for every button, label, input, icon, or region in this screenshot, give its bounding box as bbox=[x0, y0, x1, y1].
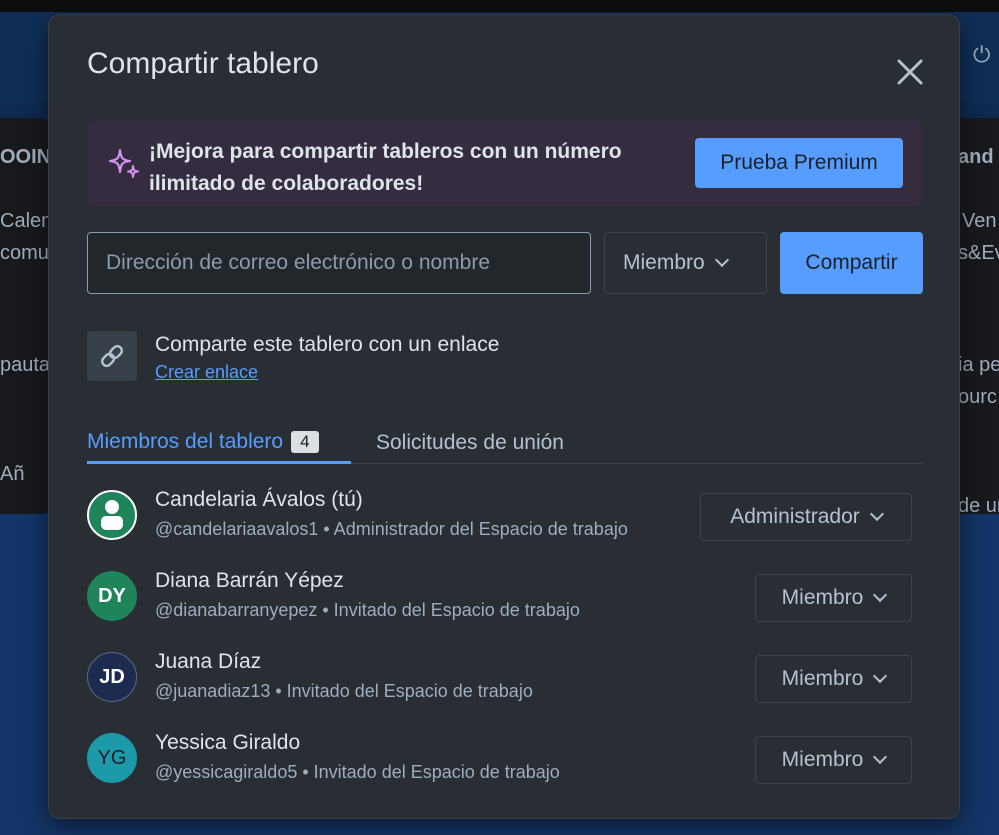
member-row: DY Diana Barrán Yépez @dianabarranyepez … bbox=[87, 564, 923, 634]
invite-role-select[interactable]: Miembro bbox=[604, 232, 767, 294]
bg-card-text: ia pe bbox=[958, 354, 999, 376]
member-username: @dianabarranyepez • Invitado del Espacio… bbox=[155, 600, 580, 620]
member-name: Juana Díaz bbox=[155, 650, 262, 673]
tab-join-requests[interactable]: Solicitudes de unión bbox=[376, 423, 564, 463]
board-list-left bbox=[0, 118, 50, 514]
member-row: JD Juana Díaz @juanadiaz13 • Invitado de… bbox=[87, 645, 923, 715]
avatar[interactable] bbox=[87, 490, 137, 540]
tab-board-members[interactable]: Miembros del tablero 4 bbox=[87, 423, 351, 464]
member-role-select[interactable]: Miembro bbox=[755, 574, 912, 622]
app-top-bar bbox=[0, 0, 999, 12]
member-role-value: Miembro bbox=[781, 667, 864, 690]
member-row: Candelaria Ávalos (tú) @candelariaavalos… bbox=[87, 483, 923, 553]
close-button[interactable] bbox=[893, 55, 927, 89]
member-role-select[interactable]: Administrador bbox=[700, 493, 912, 541]
chevron-down-icon bbox=[873, 668, 888, 684]
avatar[interactable]: DY bbox=[87, 571, 137, 621]
share-button[interactable]: Compartir bbox=[780, 232, 923, 294]
bg-list-title: OOIN bbox=[0, 146, 52, 168]
chevron-down-icon bbox=[873, 587, 888, 603]
member-count-badge: 4 bbox=[291, 431, 319, 453]
bg-list-title: and bbox=[958, 146, 994, 168]
member-username: @candelariaavalos1 • Administrador del E… bbox=[155, 519, 628, 539]
share-board-dialog: Compartir tablero ¡Mejora para compartir… bbox=[48, 14, 960, 819]
member-role-select[interactable]: Miembro bbox=[755, 655, 912, 703]
bg-card-text: s&Ev bbox=[958, 242, 999, 264]
member-username: @yessicagiraldo5 • Invitado del Espacio … bbox=[155, 762, 560, 782]
invite-role-value: Miembro bbox=[623, 251, 705, 274]
power-ups-icon[interactable]: ⏻ bbox=[973, 42, 990, 68]
link-icon-box bbox=[87, 331, 137, 381]
close-icon bbox=[897, 59, 923, 85]
member-name: Candelaria Ávalos (tú) bbox=[155, 488, 363, 511]
avatar[interactable]: YG bbox=[87, 733, 137, 783]
member-tabs: Miembros del tablero 4 Solicitudes de un… bbox=[87, 423, 923, 464]
member-name: Diana Barrán Yépez bbox=[155, 569, 344, 592]
create-link[interactable]: Crear enlace bbox=[155, 362, 258, 383]
promo-text: ¡Mejora para compartir tableros con un n… bbox=[149, 140, 622, 195]
share-link-title: Comparte este tablero con un enlace bbox=[155, 333, 500, 356]
chevron-down-icon bbox=[714, 252, 729, 268]
premium-promo-banner: ¡Mejora para compartir tableros con un n… bbox=[87, 120, 923, 206]
bg-card-text: Calen bbox=[0, 210, 53, 232]
try-premium-button[interactable]: Prueba Premium bbox=[695, 138, 903, 188]
avatar[interactable]: JD bbox=[87, 652, 137, 702]
member-role-value: Miembro bbox=[781, 586, 864, 609]
tab-label: Miembros del tablero bbox=[87, 430, 284, 453]
member-row: YG Yessica Giraldo @yessicagiraldo5 • In… bbox=[87, 726, 923, 796]
member-role-select[interactable]: Miembro bbox=[755, 736, 912, 784]
sparkle-icon bbox=[108, 148, 139, 178]
email-or-name-input[interactable] bbox=[87, 232, 591, 294]
default-avatar-icon bbox=[101, 500, 123, 530]
dialog-title: Compartir tablero bbox=[87, 47, 319, 80]
member-role-value: Miembro bbox=[781, 748, 864, 771]
member-name: Yessica Giraldo bbox=[155, 731, 301, 754]
chevron-down-icon bbox=[869, 506, 884, 522]
bg-card-text: de ur bbox=[958, 495, 999, 517]
bg-add-card: Añ bbox=[0, 463, 25, 485]
bg-card-text: pauta bbox=[0, 354, 51, 376]
member-role-value: Administrador bbox=[730, 505, 860, 528]
bg-card-text: comu bbox=[0, 242, 49, 264]
link-icon bbox=[100, 344, 124, 368]
bg-card-text: Ven bbox=[962, 210, 997, 232]
chevron-down-icon bbox=[873, 749, 888, 765]
member-username: @juanadiaz13 • Invitado del Espacio de t… bbox=[155, 681, 533, 701]
bg-card-text: ourc bbox=[958, 386, 997, 408]
